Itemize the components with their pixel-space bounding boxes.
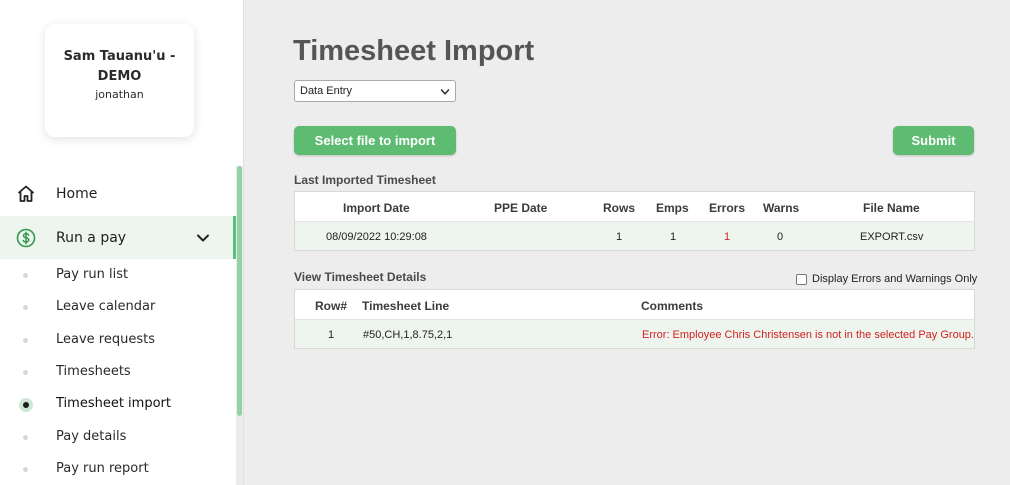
dollar-circle-icon <box>16 228 36 248</box>
cell-emps: 1 <box>670 231 677 243</box>
bullet-icon <box>23 305 28 310</box>
sidebar-scrollbar[interactable] <box>237 166 242 416</box>
sidebar-item-label: Pay run report <box>56 461 149 476</box>
mode-select[interactable]: Data Entry <box>294 80 456 102</box>
errors-warnings-checkbox[interactable] <box>796 273 807 285</box>
sidebar-item-pay-details[interactable]: Pay details <box>0 422 236 452</box>
cell-timesheet-line: #50,CH,1,8.75,2,1 <box>363 329 453 341</box>
cell-rows: 1 <box>616 231 623 243</box>
nav-run-a-pay-label: Run a pay <box>56 229 127 246</box>
column-header-timesheet-line[interactable]: Timesheet Line <box>362 299 449 313</box>
timesheet-details-title: View Timesheet Details <box>294 270 427 284</box>
sidebar-item-label: Timesheet import <box>56 396 171 411</box>
select-file-button[interactable]: Select file to import <box>294 126 456 155</box>
sidebar-item-label: Pay run list <box>56 267 129 282</box>
bullet-icon <box>23 338 28 343</box>
column-header-row-num[interactable]: Row# <box>315 299 347 313</box>
errors-warnings-filter[interactable]: Display Errors and Warnings Only <box>796 272 977 286</box>
column-header-errors[interactable]: Errors <box>709 201 745 215</box>
mode-select-value: Data Entry <box>300 85 352 97</box>
timesheet-details-table: Row# Timesheet Line Comments 1 #50,CH,1,… <box>294 289 975 349</box>
sidebar-item-label: Leave calendar <box>56 299 156 314</box>
sidebar-item-leave-calendar[interactable]: Leave calendar <box>0 292 236 322</box>
errors-warnings-label[interactable]: Display Errors and Warnings Only <box>812 273 977 285</box>
home-icon <box>16 184 36 204</box>
column-header-comments[interactable]: Comments <box>641 299 703 313</box>
profile-name-line1: Sam Tauanu'u - <box>63 49 176 64</box>
profile-name-line2: DEMO <box>97 69 142 84</box>
sidebar-item-label: Pay details <box>56 429 127 444</box>
cell-errors: 1 <box>724 231 731 243</box>
cell-import-date: 08/09/2022 10:29:08 <box>326 231 427 243</box>
submit-button[interactable]: Submit <box>893 126 974 155</box>
bullet-icon <box>23 435 28 440</box>
profile-card[interactable]: Sam Tauanu'u - DEMO jonathan <box>45 24 194 137</box>
nav-item-run-a-pay[interactable]: Run a pay <box>0 216 236 259</box>
cell-warns: 0 <box>777 231 784 243</box>
sidebar: Sam Tauanu'u - DEMO jonathan Home Run a … <box>0 0 244 485</box>
nav-item-home[interactable]: Home <box>0 177 236 211</box>
table-header: Import Date PPE Date Rows Emps Errors Wa… <box>295 192 974 222</box>
page-title: Timesheet Import <box>293 35 535 67</box>
table-row[interactable]: 1 #50,CH,1,8.75,2,1 Error: Employee Chri… <box>295 320 974 348</box>
sidebar-item-label: Leave requests <box>56 332 155 347</box>
last-imported-table: Import Date PPE Date Rows Emps Errors Wa… <box>294 191 975 251</box>
sidebar-item-leave-requests[interactable]: Leave requests <box>0 325 236 355</box>
sidebar-item-timesheets[interactable]: Timesheets <box>0 357 236 387</box>
table-row[interactable]: 08/09/2022 10:29:08 1 1 1 0 EXPORT.csv <box>295 222 974 250</box>
bullet-icon <box>23 370 28 375</box>
column-header-emps[interactable]: Emps <box>656 201 689 215</box>
sidebar-item-timesheet-import[interactable]: Timesheet import <box>0 389 236 419</box>
table-header: Row# Timesheet Line Comments <box>295 290 974 320</box>
column-header-file-name[interactable]: File Name <box>863 201 920 215</box>
column-header-import-date[interactable]: Import Date <box>343 201 410 215</box>
sidebar-item-pay-run-report[interactable]: Pay run report <box>0 454 236 484</box>
sidebar-item-label: Timesheets <box>56 364 131 379</box>
cell-comment: Error: Employee Chris Christensen is not… <box>642 329 974 341</box>
cell-file-name: EXPORT.csv <box>860 231 924 243</box>
cell-row-num: 1 <box>328 329 335 341</box>
profile-username: jonathan <box>95 88 144 101</box>
last-imported-title: Last Imported Timesheet <box>294 173 436 187</box>
sidebar-item-pay-run-list[interactable]: Pay run list <box>0 260 236 290</box>
bullet-icon <box>23 467 28 472</box>
nav-home-label: Home <box>56 186 98 202</box>
chevron-down-icon[interactable] <box>194 229 212 247</box>
column-header-warns[interactable]: Warns <box>763 201 799 215</box>
active-bullet-icon <box>19 398 33 412</box>
chevron-down-icon <box>439 86 451 98</box>
column-header-rows[interactable]: Rows <box>603 201 635 215</box>
column-header-ppe-date[interactable]: PPE Date <box>494 201 547 215</box>
bullet-icon <box>23 273 28 278</box>
